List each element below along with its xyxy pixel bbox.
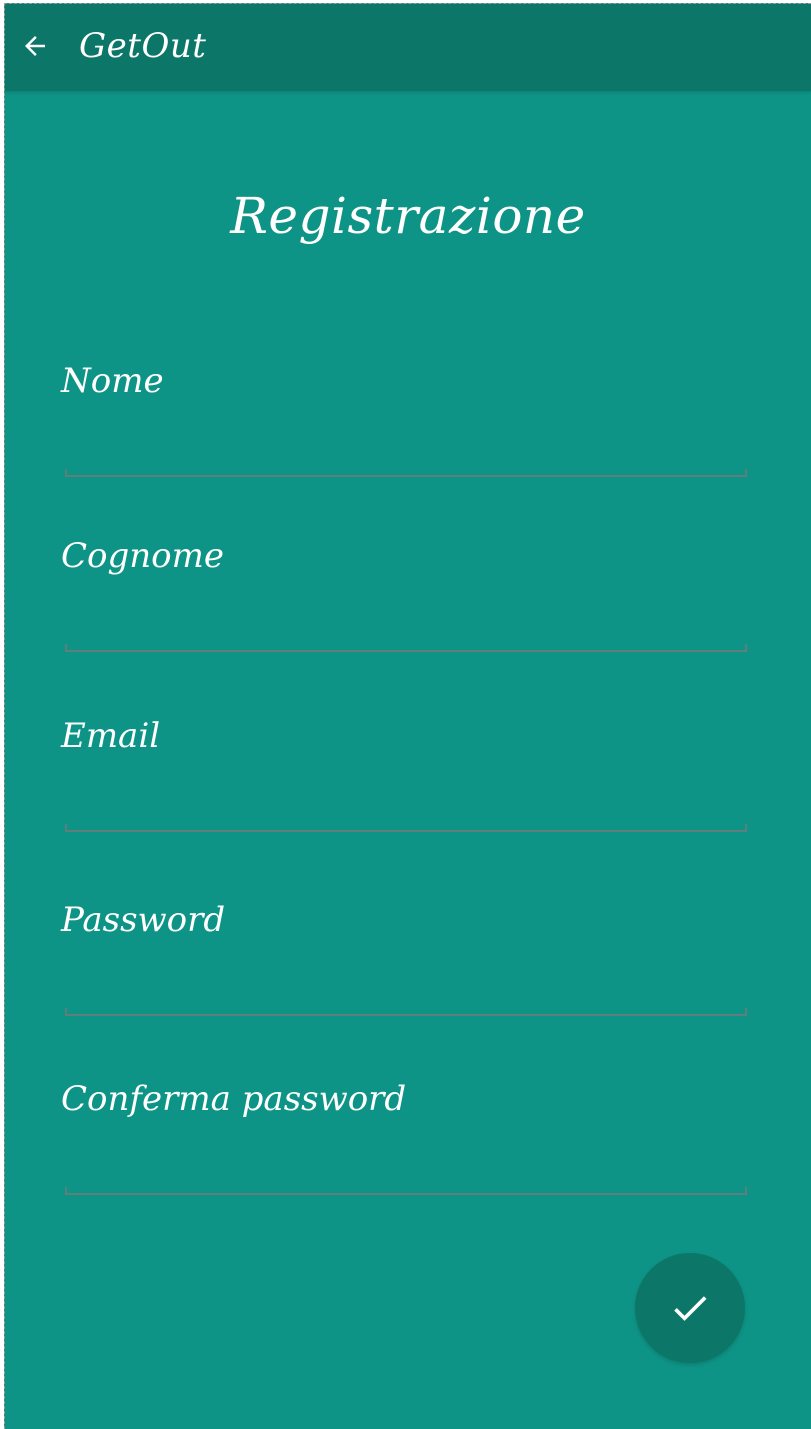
field-label-cognome: Cognome (61, 536, 224, 576)
field-label-nome: Nome (61, 361, 164, 401)
conferma-password-input-underline (65, 1187, 747, 1195)
app-bar: GetOut (5, 4, 811, 91)
password-input-underline (65, 1008, 747, 1016)
conferma-password-input[interactable] (65, 1147, 747, 1187)
field-label-email: Email (61, 716, 161, 756)
field-nome: Nome (61, 359, 751, 489)
arrow-left-icon (25, 36, 45, 56)
confirm-fab-button[interactable] (635, 1253, 745, 1363)
app-title: GetOut (79, 26, 207, 66)
email-input[interactable] (65, 784, 747, 824)
email-input-underline (65, 824, 747, 832)
field-password: Password (61, 898, 751, 1028)
field-label-conferma-password: Conferma password (61, 1079, 407, 1119)
field-email: Email (61, 714, 751, 844)
cognome-input[interactable] (65, 604, 747, 644)
field-label-password: Password (61, 900, 226, 940)
check-icon (674, 1296, 707, 1321)
field-cognome: Cognome (61, 534, 751, 664)
field-conferma-password: Conferma password (61, 1077, 751, 1207)
nome-input-underline (65, 469, 747, 477)
cognome-input-underline (65, 644, 747, 652)
back-button[interactable] (15, 26, 55, 66)
nome-input[interactable] (65, 429, 747, 469)
password-input[interactable] (65, 968, 747, 1008)
registration-screen: GetOut Registrazione Nome Cognome Email … (4, 3, 811, 1429)
page-title: Registrazione (230, 187, 586, 245)
